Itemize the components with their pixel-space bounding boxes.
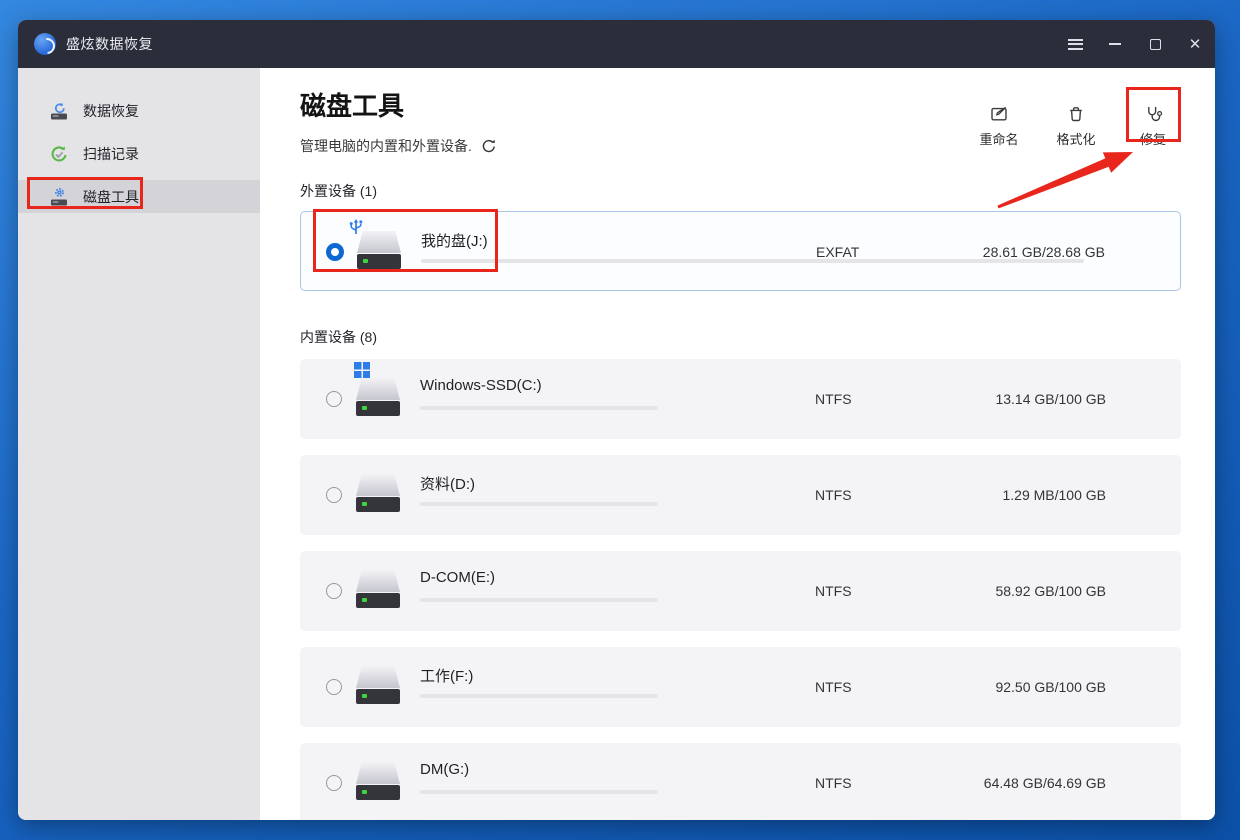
format-label: 格式化 bbox=[1056, 132, 1096, 147]
radio-button[interactable] bbox=[326, 391, 342, 407]
filesystem-label: NTFS bbox=[815, 391, 852, 407]
device-row-external[interactable]: 我的盘(J:) EXFAT 28.61 GB/28.68 GB bbox=[300, 211, 1181, 291]
app-window: 盛炫数据恢复 ✕ 数据恢复 扫描记录 磁盘工具 磁盘工具 管理电脑的内置和外置设… bbox=[18, 20, 1215, 820]
page-subtitle: 管理电脑的内置和外置设备. bbox=[300, 138, 472, 154]
size-label: 28.61 GB/28.68 GB bbox=[982, 244, 1105, 260]
size-label: 92.50 GB/100 GB bbox=[995, 679, 1106, 695]
maximize-button[interactable] bbox=[1135, 20, 1175, 68]
sidebar-item-label: 数据恢复 bbox=[83, 102, 139, 119]
main-content: 磁盘工具 管理电脑的内置和外置设备. 重命名 格式化 修复 外置设备 (1) 我… bbox=[260, 68, 1215, 820]
toolbar: 重命名 格式化 修复 bbox=[971, 99, 1181, 153]
device-row[interactable]: 工作(F:) NTFS 92.50 GB/100 GB bbox=[300, 647, 1181, 727]
drive-icon bbox=[356, 570, 402, 610]
usage-bar bbox=[420, 790, 658, 794]
filesystem-label: NTFS bbox=[815, 487, 852, 503]
device-row[interactable]: 资料(D:) NTFS 1.29 MB/100 GB bbox=[300, 455, 1181, 535]
filesystem-label: EXFAT bbox=[816, 244, 860, 260]
drive-icon bbox=[349, 219, 403, 271]
device-row[interactable]: Windows-SSD(C:) NTFS 13.14 GB/100 GB bbox=[300, 359, 1181, 439]
sidebar-item-label: 扫描记录 bbox=[83, 145, 139, 162]
page-title: 磁盘工具 bbox=[300, 91, 405, 121]
size-label: 13.14 GB/100 GB bbox=[995, 391, 1106, 407]
device-row[interactable]: D-COM(E:) NTFS 58.92 GB/100 GB bbox=[300, 551, 1181, 631]
filesystem-label: NTFS bbox=[815, 679, 852, 695]
radio-button[interactable] bbox=[326, 487, 342, 503]
drive-icon bbox=[356, 762, 402, 802]
sidebar-item-disk-tools[interactable]: 磁盘工具 bbox=[18, 180, 260, 213]
minimize-button[interactable] bbox=[1095, 20, 1135, 68]
usage-bar bbox=[420, 598, 658, 602]
usage-bar bbox=[420, 694, 658, 698]
windows-logo-icon bbox=[354, 362, 370, 378]
close-button[interactable]: ✕ bbox=[1175, 20, 1215, 68]
device-name: 资料(D:) bbox=[420, 476, 475, 493]
sidebar-item-data-recovery[interactable]: 数据恢复 bbox=[18, 94, 260, 127]
radio-button[interactable] bbox=[326, 775, 342, 791]
app-title: 盛炫数据恢复 bbox=[66, 36, 153, 52]
drive-icon bbox=[356, 666, 402, 706]
repair-button[interactable]: 修复 bbox=[1125, 99, 1181, 153]
device-name: DM(G:) bbox=[420, 761, 470, 778]
size-label: 1.29 MB/100 GB bbox=[1002, 487, 1106, 503]
internal-device-list: Windows-SSD(C:) NTFS 13.14 GB/100 GB 资料(… bbox=[300, 359, 1181, 820]
sidebar-item-label: 磁盘工具 bbox=[83, 188, 139, 205]
repair-icon bbox=[1148, 107, 1163, 122]
device-name: Windows-SSD(C:) bbox=[420, 377, 542, 394]
size-label: 64.48 GB/64.69 GB bbox=[983, 775, 1106, 791]
rename-label: 重命名 bbox=[979, 132, 1019, 147]
sidebar-item-scan-history[interactable]: 扫描记录 bbox=[18, 137, 260, 170]
radio-button[interactable] bbox=[326, 583, 342, 599]
drive-icon bbox=[354, 362, 402, 418]
disk-tools-icon bbox=[51, 187, 67, 205]
menu-button[interactable] bbox=[1055, 20, 1095, 68]
device-name: 工作(F:) bbox=[420, 668, 474, 685]
app-logo-icon bbox=[34, 33, 56, 55]
device-name: 我的盘(J:) bbox=[421, 233, 488, 250]
sidebar: 数据恢复 扫描记录 磁盘工具 bbox=[18, 68, 260, 820]
refresh-icon[interactable] bbox=[481, 138, 497, 154]
radio-button[interactable] bbox=[326, 679, 342, 695]
internal-devices-label: 内置设备 (8) bbox=[300, 329, 377, 345]
usage-bar bbox=[420, 502, 658, 506]
format-button[interactable]: 格式化 bbox=[1048, 99, 1104, 153]
repair-label: 修复 bbox=[1139, 132, 1166, 147]
minimize-icon bbox=[1109, 43, 1121, 45]
rename-icon bbox=[991, 106, 1007, 121]
filesystem-label: NTFS bbox=[815, 583, 852, 599]
format-icon bbox=[1070, 107, 1082, 122]
filesystem-label: NTFS bbox=[815, 775, 852, 791]
usage-bar bbox=[420, 406, 658, 410]
rename-button[interactable]: 重命名 bbox=[971, 99, 1027, 153]
maximize-icon bbox=[1149, 38, 1161, 50]
titlebar: 盛炫数据恢复 ✕ bbox=[18, 20, 1215, 68]
scan-history-icon bbox=[51, 145, 67, 161]
radio-button[interactable] bbox=[326, 243, 344, 261]
device-row[interactable]: DM(G:) NTFS 64.48 GB/64.69 GB bbox=[300, 743, 1181, 820]
size-label: 58.92 GB/100 GB bbox=[995, 583, 1106, 599]
drive-recovery-icon bbox=[51, 102, 67, 119]
drive-icon bbox=[356, 474, 402, 514]
external-devices-label: 外置设备 (1) bbox=[300, 183, 377, 199]
menu-icon bbox=[1067, 38, 1083, 50]
device-name: D-COM(E:) bbox=[420, 569, 495, 586]
